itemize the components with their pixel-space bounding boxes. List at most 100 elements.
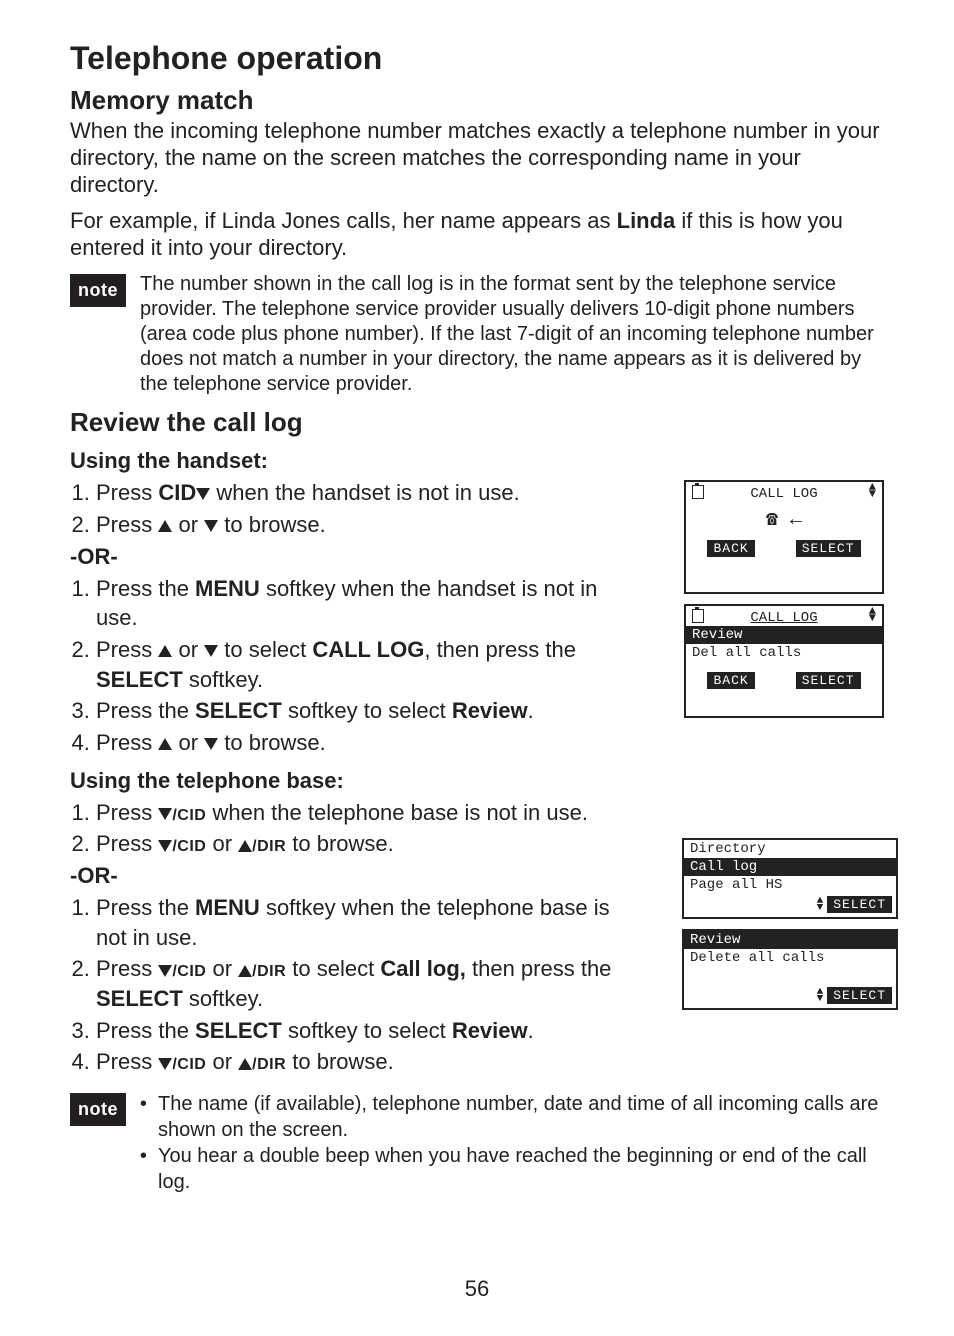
list-item: Press /CID when the telephone base is no… xyxy=(96,798,630,828)
text-bold: SELECT xyxy=(195,698,282,723)
text-bold: /CID xyxy=(172,1056,206,1073)
handset-screen-2: ▲▼ CALL LOG Review Del all calls BACK SE… xyxy=(684,604,884,718)
list-item: The name (if available), telephone numbe… xyxy=(158,1091,884,1143)
heading-memory-match: Memory match xyxy=(70,85,884,116)
text: when the handset is not in use. xyxy=(210,480,519,505)
text: Press the xyxy=(96,698,195,723)
text: or xyxy=(206,956,238,981)
softkey-back: BACK xyxy=(707,540,754,557)
text-bold: CID xyxy=(158,480,196,505)
note-text: The number shown in the call log is in t… xyxy=(140,272,884,397)
list-item: Press the SELECT softkey to select Revie… xyxy=(96,1016,630,1046)
text: to browse. xyxy=(286,831,394,856)
text: to select xyxy=(218,637,312,662)
list-item: Press /CID or /DIR to select Call log, t… xyxy=(96,954,630,1013)
list-item: Press /CID or /DIR to browse. xyxy=(96,1047,630,1077)
updown-icon: ▲▼ xyxy=(869,608,876,622)
text: or xyxy=(206,831,238,856)
down-triangle-icon xyxy=(158,1058,172,1070)
text-bold: SELECT xyxy=(96,667,183,692)
text: then press the xyxy=(466,956,612,981)
lcd-row-selected: Call log xyxy=(684,858,896,876)
list-item: Press the SELECT softkey to select Revie… xyxy=(96,696,630,726)
page-title: Telephone operation xyxy=(70,40,884,77)
subheading-using-base: Using the telephone base: xyxy=(70,768,630,794)
base-screen-1: Directory Call log Page all HS ▲▼SELECT xyxy=(682,838,898,919)
phone-icon: ☎ ← xyxy=(686,504,882,538)
updown-icon: ▲▼ xyxy=(817,989,824,1003)
lcd-row: Directory xyxy=(684,840,896,858)
text: Press xyxy=(96,637,158,662)
down-triangle-icon xyxy=(158,808,172,820)
softkey-select: SELECT xyxy=(796,540,861,557)
softkey-select: SELECT xyxy=(827,987,892,1004)
text-bold: /CID xyxy=(172,807,206,824)
text-bold: MENU xyxy=(195,895,260,920)
handset-screen-1: ▲▼ CALL LOG ☎ ← BACK SELECT xyxy=(684,480,884,594)
battery-icon xyxy=(692,485,704,499)
text-bold: /DIR xyxy=(252,1056,286,1073)
para-memory-match-1: When the incoming telephone number match… xyxy=(70,118,884,198)
down-triangle-icon xyxy=(204,520,218,532)
text: For example, if Linda Jones calls, her n… xyxy=(70,208,617,233)
text-bold: SELECT xyxy=(96,986,183,1011)
softkey-select: SELECT xyxy=(827,896,892,913)
text: or xyxy=(206,1049,238,1074)
text: to browse. xyxy=(286,1049,394,1074)
para-memory-match-2: For example, if Linda Jones calls, her n… xyxy=(70,208,884,262)
list-item: Press or to select CALL LOG, then press … xyxy=(96,635,630,694)
text: Press xyxy=(96,512,158,537)
text: softkey. xyxy=(183,986,263,1011)
text: . xyxy=(528,1018,534,1043)
text: softkey to select xyxy=(282,1018,452,1043)
lcd-row-selected: Review xyxy=(686,626,882,644)
text: Press xyxy=(96,800,158,825)
text-bold: Call log, xyxy=(380,956,466,981)
or-label: -OR- xyxy=(70,863,630,889)
down-triangle-icon xyxy=(196,488,210,500)
text-bold: SELECT xyxy=(195,1018,282,1043)
text: Press xyxy=(96,956,158,981)
handset-screens: ▲▼ CALL LOG ☎ ← BACK SELECT ▲▼ CALL LOG … xyxy=(684,480,884,718)
text: Press the xyxy=(96,1018,195,1043)
base-screens: Directory Call log Page all HS ▲▼SELECT … xyxy=(682,838,898,1010)
list-item: Press CID when the handset is not in use… xyxy=(96,478,630,508)
lcd-title: CALL LOG xyxy=(686,482,882,504)
base-screen-2: Review Delete all calls ▲▼SELECT xyxy=(682,929,898,1010)
lcd-title: CALL LOG xyxy=(686,606,882,626)
list-item: You hear a double beep when you have rea… xyxy=(158,1143,884,1195)
text: softkey. xyxy=(183,667,263,692)
text: to browse. xyxy=(218,730,326,755)
up-triangle-icon xyxy=(158,520,172,532)
note-badge: note xyxy=(70,1093,126,1126)
text: . xyxy=(528,698,534,723)
text: or xyxy=(172,512,204,537)
text-bold: /DIR xyxy=(252,963,286,980)
text-bold: Review xyxy=(452,1018,528,1043)
text: to select xyxy=(286,956,380,981)
base-list-a: Press /CID when the telephone base is no… xyxy=(70,798,630,859)
text-bold: /DIR xyxy=(252,838,286,855)
down-triangle-icon xyxy=(158,840,172,852)
text: to browse. xyxy=(218,512,326,537)
text: Press xyxy=(96,831,158,856)
up-triangle-icon xyxy=(158,738,172,750)
list-item: Press or to browse. xyxy=(96,510,630,540)
base-list-b: Press the MENU softkey when the telephon… xyxy=(70,893,630,1077)
note-badge: note xyxy=(70,274,126,307)
note-block-1: note The number shown in the call log is… xyxy=(70,272,884,397)
down-triangle-icon xyxy=(204,645,218,657)
updown-icon: ▲▼ xyxy=(817,898,824,912)
text: Press the xyxy=(96,576,195,601)
down-triangle-icon xyxy=(158,965,172,977)
text: Press xyxy=(96,1049,158,1074)
list-item: Press the MENU softkey when the telephon… xyxy=(96,893,630,952)
text-bold: /CID xyxy=(172,838,206,855)
down-triangle-icon xyxy=(204,738,218,750)
text: or xyxy=(172,637,204,662)
handset-list-b: Press the MENU softkey when the handset … xyxy=(70,574,630,758)
text: Press the xyxy=(96,895,195,920)
text-bold: Review xyxy=(452,698,528,723)
up-triangle-icon xyxy=(238,840,252,852)
lcd-row: Del all calls xyxy=(686,644,882,662)
